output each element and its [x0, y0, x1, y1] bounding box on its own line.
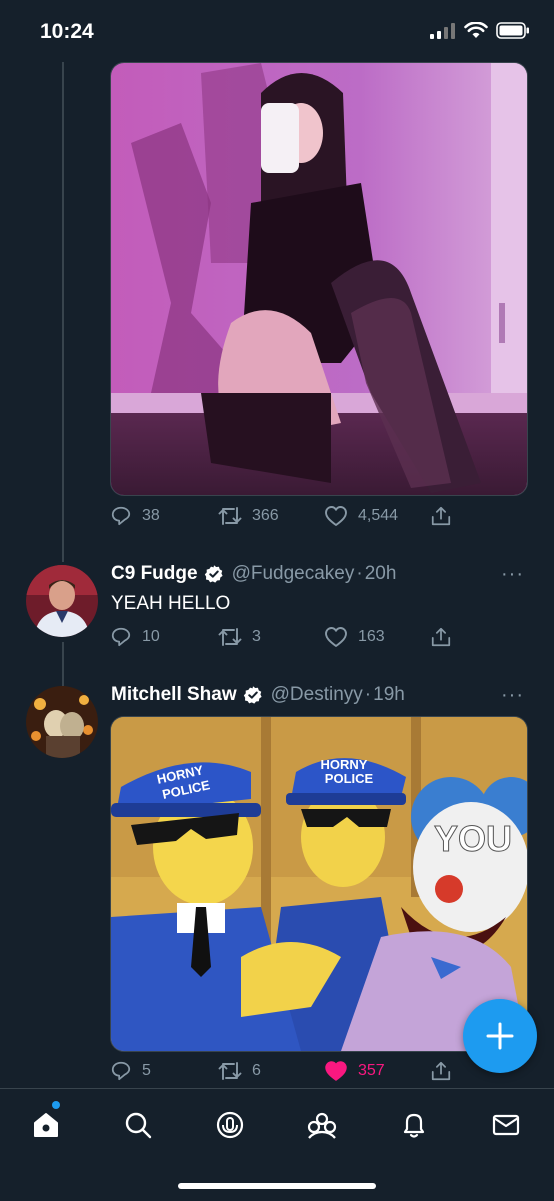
spaces-icon — [216, 1111, 244, 1139]
tab-communities[interactable] — [302, 1105, 342, 1145]
plus-icon — [486, 1022, 514, 1050]
reply-count: 38 — [142, 507, 160, 524]
reply-icon — [111, 506, 131, 526]
tweet-actions: 5 6 357 — [110, 1060, 460, 1088]
battery-icon — [496, 22, 529, 39]
timestamp[interactable]: 20h — [365, 563, 397, 585]
reply-button[interactable]: 38 — [110, 505, 160, 527]
like-count: 4,544 — [358, 507, 399, 524]
share-icon — [431, 627, 451, 647]
communities-icon — [307, 1112, 337, 1139]
heart-icon — [325, 506, 347, 526]
home-icon — [34, 1113, 58, 1137]
heart-icon — [325, 627, 347, 647]
tab-notifications[interactable] — [394, 1105, 434, 1145]
compose-tweet-button[interactable] — [463, 999, 537, 1073]
thread-line — [62, 642, 64, 686]
display-name[interactable]: Mitchell Shaw — [111, 684, 237, 706]
retweet-icon — [218, 628, 242, 646]
more-options-icon[interactable]: ··· — [501, 563, 524, 586]
separator: · — [356, 563, 363, 584]
heart-filled-icon — [325, 1061, 347, 1081]
reply-button[interactable]: 5 — [110, 1060, 151, 1082]
avatar[interactable] — [26, 686, 98, 758]
tab-home[interactable] — [26, 1105, 66, 1145]
status-time: 10:24 — [40, 20, 94, 43]
handle[interactable]: @Fudgecakey — [232, 563, 355, 585]
handle[interactable]: @Destinyy — [271, 684, 363, 706]
avatar-image — [26, 686, 98, 758]
tweet-actions: 38 366 4,544 — [110, 505, 460, 533]
verified-badge-icon — [243, 685, 263, 705]
tweet-header: Mitchell Shaw @Destinyy · 19h — [111, 681, 405, 709]
tab-search[interactable] — [118, 1105, 158, 1145]
like-button[interactable]: 4,544 — [324, 505, 398, 527]
notification-dot — [52, 1101, 60, 1109]
more-options-icon[interactable]: ··· — [501, 684, 524, 707]
home-indicator[interactable] — [178, 1183, 376, 1189]
reply-icon — [111, 627, 131, 647]
retweet-count: 366 — [252, 507, 279, 524]
messages-icon — [492, 1114, 520, 1136]
verified-badge-icon — [204, 564, 224, 584]
like-button[interactable]: 357 — [324, 1060, 385, 1082]
reply-button[interactable]: 10 — [110, 626, 160, 648]
hat-text: HORNY — [321, 757, 368, 772]
retweet-button[interactable]: 3 — [218, 626, 261, 648]
tweet-actions: 10 3 163 — [110, 626, 460, 654]
separator: · — [364, 684, 372, 705]
share-icon — [431, 506, 451, 526]
wifi-icon — [464, 22, 488, 38]
share-button[interactable] — [430, 505, 452, 527]
tweet-media-image[interactable]: HORNY POLICE HORNY POLICE YOU — [110, 716, 528, 1052]
reply-count: 5 — [142, 1062, 151, 1079]
status-icons — [430, 22, 530, 39]
retweet-count: 3 — [252, 628, 261, 645]
thread-line — [62, 62, 64, 562]
share-button[interactable] — [430, 626, 452, 648]
like-count: 163 — [358, 628, 385, 645]
photo-illustration — [111, 63, 527, 495]
retweet-button[interactable]: 366 — [218, 505, 279, 527]
avatar[interactable] — [26, 565, 98, 637]
timestamp[interactable]: 19h — [373, 684, 405, 706]
cellular-signal-icon — [430, 22, 455, 39]
retweet-icon — [218, 507, 242, 525]
tweet-header: C9 Fudge @Fudgecakey · 20h — [111, 560, 396, 588]
reply-icon — [111, 1061, 131, 1081]
share-icon — [431, 1061, 451, 1081]
avatar-image — [26, 565, 98, 637]
reply-count: 10 — [142, 628, 160, 645]
status-bar: 10:24 — [0, 0, 554, 62]
hat-text: POLICE — [325, 771, 374, 786]
notifications-icon — [403, 1113, 425, 1138]
retweet-count: 6 — [252, 1062, 261, 1079]
tab-spaces[interactable] — [210, 1105, 250, 1145]
share-button[interactable] — [430, 1060, 452, 1082]
tweet-text: YEAH HELLO — [111, 593, 231, 614]
meme-illustration: HORNY POLICE HORNY POLICE YOU — [111, 717, 527, 1051]
tab-messages[interactable] — [486, 1105, 526, 1145]
tweet-media-image[interactable] — [110, 62, 528, 496]
retweet-button[interactable]: 6 — [218, 1060, 261, 1082]
meme-caption: YOU — [434, 818, 512, 859]
like-count: 357 — [358, 1062, 385, 1079]
retweet-icon — [218, 1062, 242, 1080]
display-name[interactable]: C9 Fudge — [111, 563, 198, 585]
search-icon — [125, 1112, 152, 1139]
like-button[interactable]: 163 — [324, 626, 385, 648]
